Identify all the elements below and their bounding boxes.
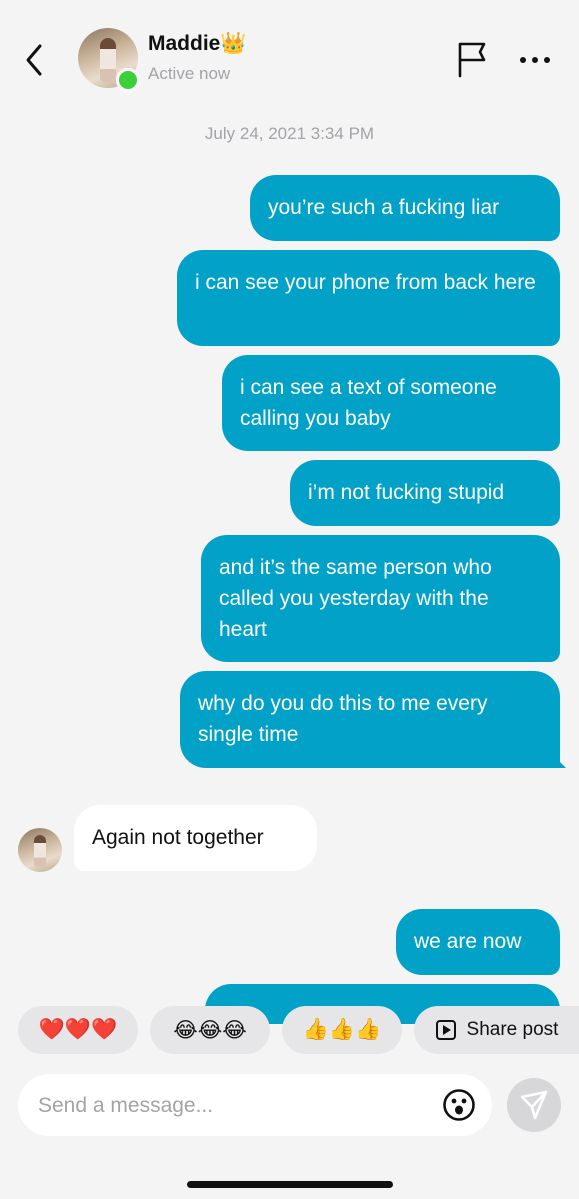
contact-name[interactable]: Maddie👑 <box>148 32 247 56</box>
crown-emoji: 👑 <box>220 32 247 55</box>
send-button[interactable] <box>507 1078 561 1132</box>
chat-header: Maddie👑 Active now <box>0 0 579 110</box>
back-chevron-icon[interactable] <box>20 40 50 80</box>
message-outgoing[interactable]: why do you do this to me every single ti… <box>180 671 560 768</box>
message-outgoing[interactable]: i can see a text of someone calling you … <box>222 355 560 451</box>
share-post-label: Share post <box>466 1019 559 1040</box>
message-outgoing[interactable]: you’re such a fucking liar <box>250 175 560 241</box>
message-outgoing[interactable]: we are now <box>396 909 560 975</box>
contact-avatar[interactable] <box>18 828 62 872</box>
active-status: Active now <box>148 64 231 83</box>
quick-reply-hearts[interactable]: ❤️❤️❤️ <box>18 1006 138 1054</box>
play-square-icon <box>435 1020 456 1040</box>
message-composer <box>18 1074 492 1136</box>
home-indicator <box>187 1181 393 1188</box>
message-timestamp: July 24, 2021 3:34 PM <box>204 124 375 143</box>
message-incoming[interactable]: Again not together <box>74 805 317 871</box>
send-icon <box>520 1090 548 1120</box>
emoji-icon[interactable] <box>442 1088 476 1122</box>
quick-reply-laugh[interactable]: 😂😂😂 <box>150 1006 270 1054</box>
flag-icon[interactable] <box>454 40 490 78</box>
message-input[interactable] <box>36 1089 440 1123</box>
message-outgoing[interactable]: and it’s the same person who called you … <box>201 535 560 662</box>
message-outgoing[interactable]: i can see your phone from back here <box>177 250 560 346</box>
online-status-dot <box>116 68 140 92</box>
share-post-button[interactable]: Share post <box>414 1006 579 1054</box>
message-outgoing[interactable]: i’m not fucking stupid <box>290 460 560 526</box>
quick-reply-thumbs[interactable]: 👍👍👍 <box>282 1006 402 1054</box>
more-icon[interactable] <box>518 50 552 70</box>
